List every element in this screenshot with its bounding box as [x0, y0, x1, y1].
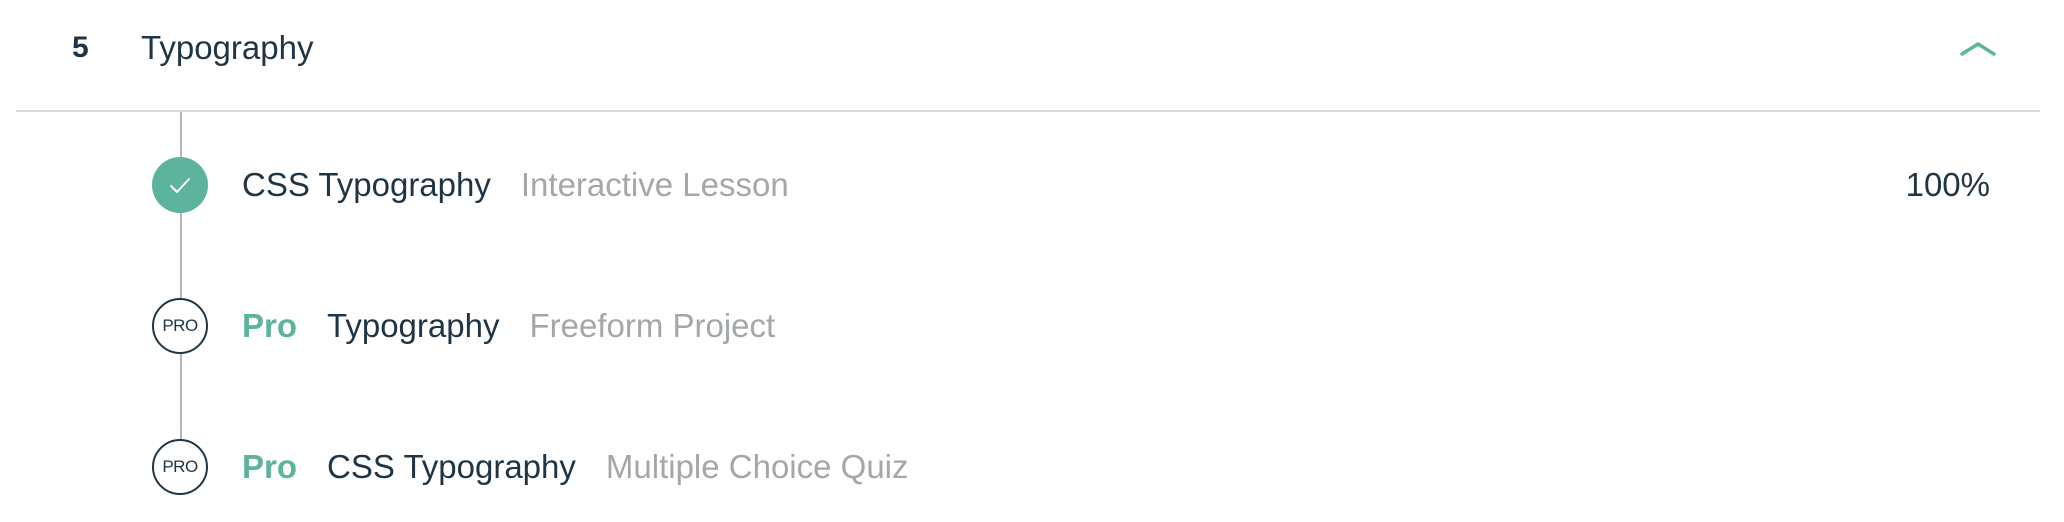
pro-badge-label: PRO	[162, 457, 198, 476]
checkmark-icon	[152, 157, 208, 213]
module-title: Typography	[141, 29, 314, 66]
pro-tag: Pro	[242, 448, 298, 485]
lesson-progress: 100%	[1905, 166, 1990, 203]
lesson-text: Pro Typography Freeform Project	[242, 304, 775, 348]
lesson-row-css-typography-interactive[interactable]: CSS Typography Interactive Lesson 100%	[0, 145, 2064, 225]
pro-badge-icon: PRO	[152, 298, 208, 354]
lesson-text: CSS Typography Interactive Lesson	[242, 163, 789, 207]
module-header[interactable]: 5 Typography	[16, 0, 2040, 112]
lesson-name: Typography	[327, 307, 500, 344]
module-number: 5	[72, 31, 89, 64]
pro-badge-label: PRO	[162, 316, 198, 335]
chevron-up-icon[interactable]	[1958, 32, 1998, 64]
pro-badge-icon: PRO	[152, 439, 208, 495]
lesson-text: Pro CSS Typography Multiple Choice Quiz	[242, 445, 909, 489]
pro-tag: Pro	[242, 307, 298, 344]
lesson-row-typography-project[interactable]: PRO Pro Typography Freeform Project	[0, 286, 2064, 366]
lesson-type: Freeform Project	[529, 307, 776, 344]
lesson-type: Interactive Lesson	[520, 166, 789, 203]
lesson-name: CSS Typography	[242, 166, 491, 203]
lesson-name: CSS Typography	[327, 448, 576, 485]
lesson-type: Multiple Choice Quiz	[605, 448, 909, 485]
lesson-row-css-typography-quiz[interactable]: PRO Pro CSS Typography Multiple Choice Qui…	[0, 427, 2064, 507]
